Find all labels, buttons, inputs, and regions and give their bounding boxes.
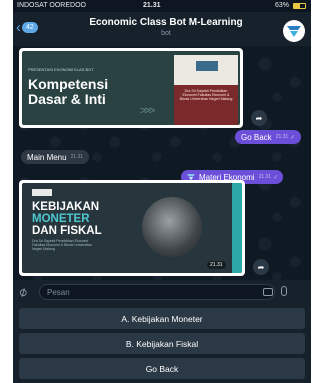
- incoming-message-main-menu[interactable]: Main Menu 21.31: [21, 150, 90, 164]
- image-title-line2: MONETER: [32, 213, 90, 225]
- bot-keyboard: A. Kebijakan Moneter B. Kebijakan Fiskal…: [13, 304, 311, 383]
- keyboard-button-go-back[interactable]: Go Back: [19, 358, 305, 379]
- bot-avatar[interactable]: [283, 20, 305, 42]
- cover-logo: [196, 61, 218, 71]
- message-text: Go Back: [241, 132, 272, 142]
- book-cover: Dra Sri Sayekti Pendidikan Ekonomi Fakul…: [174, 55, 238, 125]
- message-input[interactable]: [39, 284, 275, 300]
- image-subtext: Dra Sri Sayekti Pendidikan Ekonomi Fakul…: [32, 239, 92, 251]
- image-message-kebijakan[interactable]: KEBIJAKAN MONETER DAN FISKAL Dra Sri Say…: [19, 180, 245, 276]
- status-time: 21.31: [143, 2, 161, 9]
- image-title: Kompetensi Dasar & Inti: [28, 77, 108, 107]
- image-kebijakan: KEBIJAKAN MONETER DAN FISKAL Dra Sri Say…: [22, 183, 242, 273]
- read-check-icon: ✓: [290, 134, 296, 141]
- message-time: 21.31: [258, 174, 272, 180]
- back-button[interactable]: ‹ 42: [16, 20, 38, 35]
- chat-header: ‹ 42 Economic Class Bot M-Learning bot: [13, 12, 311, 46]
- chat-subtitle: bot: [161, 30, 171, 37]
- battery-icon: [293, 3, 306, 9]
- battery-percent: 63%: [274, 2, 289, 9]
- microphone-icon[interactable]: [281, 286, 287, 296]
- image-title-line1: KEBIJAKAN: [32, 201, 100, 213]
- message-input-bar: ⌀: [13, 280, 311, 304]
- image-message-kompetensi[interactable]: PRESENTASI EKONOMI KLAS BOT Kompetensi D…: [19, 48, 243, 128]
- message-text: Main Menu: [27, 152, 67, 162]
- keyboard-icon[interactable]: [263, 288, 273, 296]
- carrier-label: INDOSAT OOREDOO: [17, 2, 86, 9]
- telegram-screen: INDOSAT OOREDOO 21.31 63% ‹ 42 Economic …: [13, 0, 311, 383]
- image-title-line3: DAN FISKAL: [32, 225, 102, 237]
- share-icon[interactable]: ➦: [253, 259, 269, 275]
- image-kompetensi: PRESENTASI EKONOMI KLAS BOT Kompetensi D…: [22, 51, 240, 125]
- keyboard-button-moneter[interactable]: A. Kebijakan Moneter: [19, 308, 305, 329]
- cover-text: Dra Sri Sayekti Pendidikan Ekonomi Fakul…: [179, 89, 233, 101]
- chat-title[interactable]: Economic Class Bot M-Learning: [61, 17, 271, 28]
- unread-count-badge: 42: [22, 22, 38, 33]
- chevrons-decoration: >>>: [140, 105, 155, 117]
- bot-logo-icon: [287, 26, 301, 37]
- image-title-line2: Dasar & Inti: [28, 91, 106, 107]
- read-check-icon: ✓: [273, 174, 279, 181]
- image-title-line1: Kompetensi: [28, 76, 109, 92]
- outgoing-message-go-back[interactable]: Go Back 21.31 ✓: [235, 130, 302, 144]
- message-time: 21.31: [275, 134, 289, 140]
- chevron-left-icon: ‹: [16, 19, 21, 36]
- accent-stripe: [232, 183, 242, 273]
- share-icon[interactable]: ➦: [251, 110, 267, 126]
- paperclip-icon[interactable]: ⌀: [16, 283, 31, 301]
- image-caption-top: PRESENTASI EKONOMI KLAS BOT: [28, 67, 94, 72]
- message-time: 21.31: [70, 154, 84, 160]
- chat-area[interactable]: PRESENTASI EKONOMI KLAS BOT Kompetensi D…: [13, 46, 311, 280]
- keyboard-button-fiskal[interactable]: B. Kebijakan Fiskal: [19, 333, 305, 354]
- image-time: 21.31: [207, 261, 226, 269]
- status-bar: INDOSAT OOREDOO 21.31 63%: [13, 0, 311, 12]
- image-logo: [32, 189, 52, 196]
- image-title: KEBIJAKAN MONETER DAN FISKAL: [32, 201, 102, 237]
- coin-illustration: [142, 197, 202, 257]
